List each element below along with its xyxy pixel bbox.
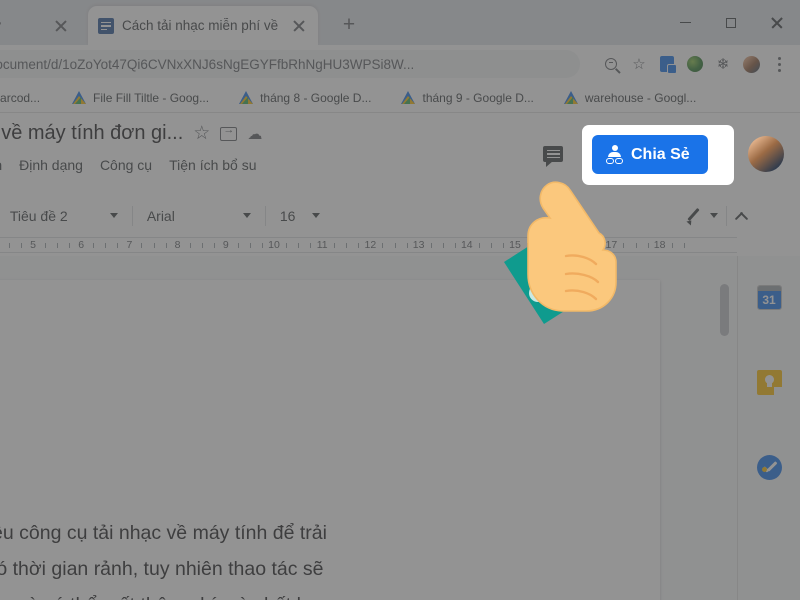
share-button-label: Chia Sẻ xyxy=(631,145,690,163)
pointing-hand-cursor xyxy=(466,170,666,335)
share-person-link-icon xyxy=(606,145,623,164)
user-avatar[interactable] xyxy=(748,136,784,172)
dim-overlay xyxy=(0,0,800,600)
share-button[interactable]: Chia Sẻ xyxy=(592,135,708,174)
